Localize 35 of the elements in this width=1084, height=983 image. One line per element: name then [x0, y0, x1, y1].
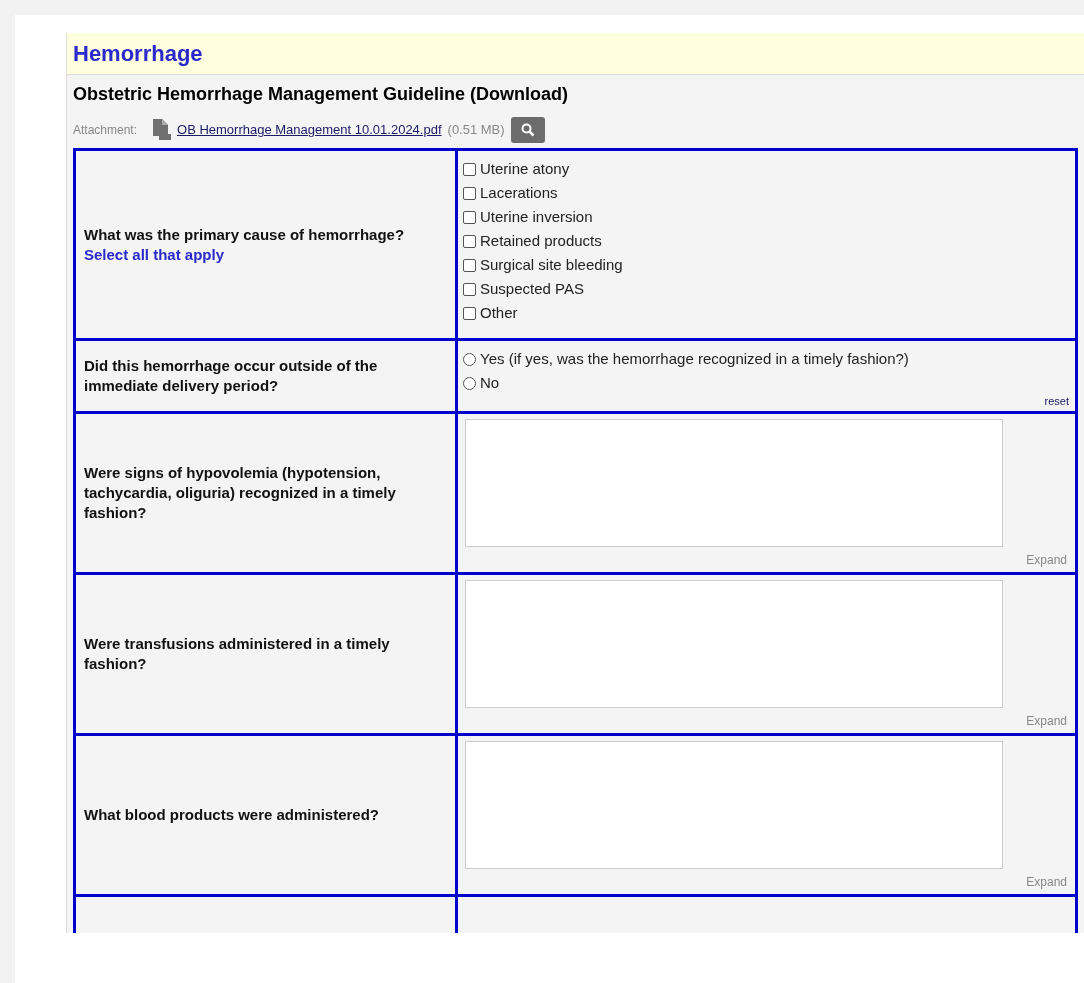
option-label: Lacerations — [480, 182, 558, 203]
question-text: What blood products were administered? — [84, 805, 380, 825]
checkbox[interactable] — [463, 210, 476, 224]
radio-button[interactable] — [463, 352, 476, 366]
search-button[interactable] — [510, 117, 545, 143]
question-text: Were transfusions administered in a timely fashion? — [84, 634, 391, 674]
checkbox[interactable] — [463, 162, 476, 176]
file-size: (0.51 MB) — [447, 121, 505, 140]
checkbox[interactable] — [463, 234, 476, 248]
expand-link[interactable]: Expand — [1026, 712, 1067, 730]
radio-button[interactable] — [463, 376, 476, 390]
attachment-label: Attachment: — [73, 122, 138, 139]
checkbox[interactable] — [463, 186, 476, 200]
expand-link[interactable]: Expand — [1026, 873, 1067, 891]
option-label: Surgical site bleeding — [480, 254, 623, 275]
option-label: Uterine atony — [480, 158, 570, 179]
expand-link[interactable]: Expand — [1026, 551, 1067, 569]
option-label: No — [480, 372, 500, 393]
question-text: Did this hemorrhage occur outside of the immediate delivery period? — [84, 356, 379, 396]
pdf-file-icon — [151, 119, 172, 141]
option-label: Suspected PAS — [480, 278, 584, 299]
attachment-link[interactable]: OB Hemorrhage Management 10.01.2024.pdf — [177, 120, 442, 140]
option-label: Other — [480, 302, 518, 323]
checkbox[interactable] — [463, 282, 476, 296]
option-label: Uterine inversion — [480, 206, 593, 227]
guideline-title: Obstetric Hemorrhage Management Guideline (Download) — [73, 83, 570, 106]
option-label: Retained products — [480, 230, 602, 251]
question-text: What was the primary cause of hemorrhage? Select all that apply — [84, 224, 406, 265]
search-icon — [520, 123, 535, 137]
checkbox[interactable] — [463, 258, 476, 272]
checkbox[interactable] — [463, 306, 476, 320]
section-title: Hemorrhage — [73, 40, 203, 68]
question-text: Were signs of hypovolemia (hypotension, tachycardia, oliguria) recognized in a timely fashion? — [84, 463, 397, 523]
reset-link[interactable]: reset — [1044, 392, 1069, 409]
option-label: Yes (if yes, was the hemorrhage recognized in a timely fashion?) — [480, 348, 909, 369]
